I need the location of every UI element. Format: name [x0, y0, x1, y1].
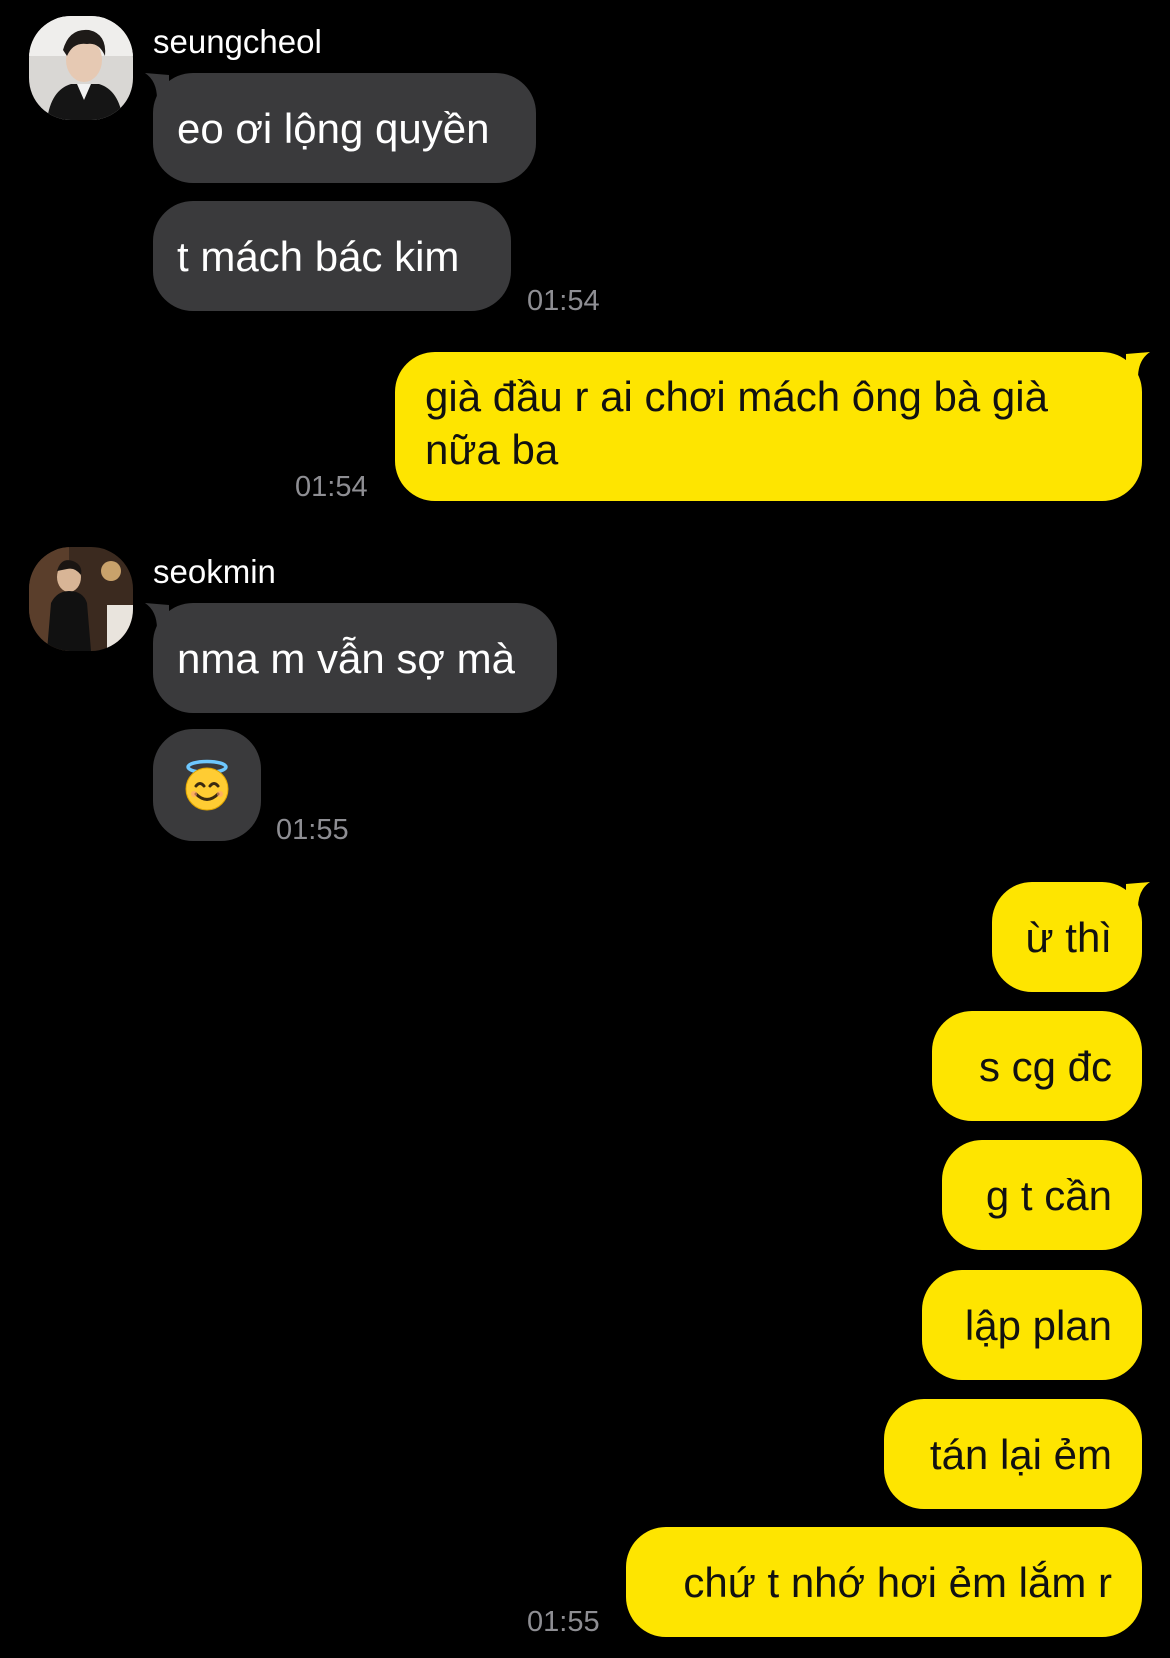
message-text: lập plan	[964, 1301, 1112, 1349]
message-bubble[interactable]: eo ơi lộng quyền	[153, 73, 536, 183]
sender-name-seungcheol: seungcheol	[153, 23, 322, 60]
message-text: t mách bác kim	[177, 232, 460, 280]
chat-thread[interactable]: seungcheol eo ơi lộng quyền t mách bác k…	[0, 0, 1170, 1658]
outgoing-message-bubble[interactable]: s cg đc	[932, 1011, 1142, 1121]
avatar-photo-icon	[29, 547, 133, 651]
smiling-face-with-halo-icon	[185, 759, 229, 811]
message-timestamp: 01:54	[295, 471, 368, 503]
message-timestamp: 01:54	[527, 285, 600, 317]
message-text: s cg đc	[978, 1042, 1112, 1090]
message-text: tán lại ẻm	[929, 1430, 1112, 1478]
outgoing-message-bubble[interactable]: ừ thì	[992, 882, 1142, 992]
bubble-tail-icon	[1126, 352, 1150, 378]
message-text: nma m vẫn sợ mà	[177, 634, 515, 682]
outgoing-message-bubble[interactable]: già đầu r ai chơi mách ông bà già nữa ba	[395, 352, 1142, 501]
outgoing-message-bubble[interactable]: tán lại ẻm	[884, 1399, 1142, 1509]
avatar-seokmin[interactable]	[29, 547, 133, 651]
message-text: eo ơi lộng quyền	[177, 104, 490, 152]
outgoing-message-bubble[interactable]: g t cần	[942, 1140, 1142, 1250]
bubble-tail-icon	[145, 73, 169, 99]
message-bubble[interactable]: t mách bác kim	[153, 201, 511, 311]
avatar-seungcheol[interactable]	[29, 16, 133, 120]
bubble-tail-icon	[145, 603, 169, 629]
message-timestamp: 01:55	[276, 814, 349, 846]
sender-name-seokmin: seokmin	[153, 553, 276, 590]
message-text: già đầu r ai chơi mách ông bà già nữa ba	[425, 373, 1048, 473]
avatar-photo-icon	[29, 16, 133, 120]
message-text: ừ thì	[1025, 913, 1112, 961]
outgoing-message-bubble[interactable]: lập plan	[922, 1270, 1142, 1380]
bubble-tail-icon	[1126, 882, 1150, 908]
message-text: chứ t nhớ hơi ẻm lắm r	[683, 1558, 1112, 1606]
outgoing-message-bubble[interactable]: chứ t nhớ hơi ẻm lắm r	[626, 1527, 1142, 1637]
emoji-message-bubble[interactable]	[153, 729, 261, 841]
message-bubble[interactable]: nma m vẫn sợ mà	[153, 603, 557, 713]
message-timestamp: 01:55	[527, 1606, 600, 1638]
message-text: g t cần	[985, 1171, 1112, 1219]
